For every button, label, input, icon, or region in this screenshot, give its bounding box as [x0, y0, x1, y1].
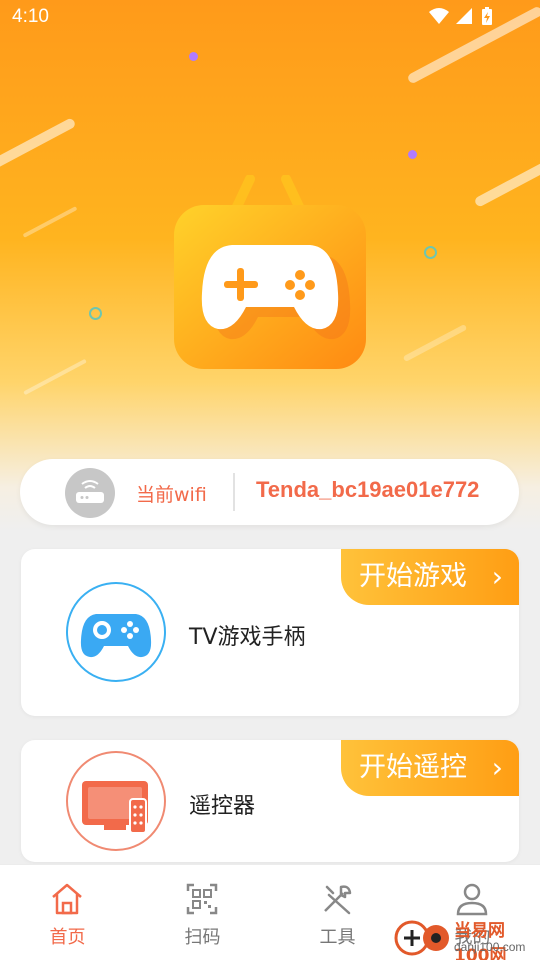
decor-streak	[22, 206, 78, 238]
start-remote-label: 开始遥控	[359, 752, 467, 783]
user-icon	[452, 881, 492, 917]
status-icons	[428, 6, 500, 32]
cell-signal-icon	[456, 8, 472, 24]
tab-tools[interactable]: 工具	[270, 865, 405, 960]
gamepad-icon	[66, 582, 166, 682]
card-remote-control[interactable]: 开始遥控 › 遥控器	[21, 740, 519, 862]
tab-label: 首页	[49, 927, 86, 948]
decor-ring	[424, 246, 437, 259]
wifi-status-card: 当前wifi Tenda_bc19ae01e772	[20, 459, 519, 525]
divider	[233, 473, 235, 511]
status-time: 4:10	[12, 6, 49, 27]
chevron-right-icon: ›	[491, 560, 503, 593]
status-bar: 4:10	[0, 0, 540, 36]
battery-icon	[482, 7, 492, 25]
watermark-url: danji100.com	[454, 940, 526, 954]
start-game-button[interactable]: 开始游戏 ›	[341, 549, 519, 605]
tools-icon	[317, 881, 357, 917]
wifi-signal-icon	[429, 8, 449, 24]
watermark-logo-icon	[394, 920, 449, 956]
start-game-label: 开始游戏	[359, 561, 467, 592]
tab-scan[interactable]: 扫码	[135, 865, 270, 960]
hero-banner: 4:10	[0, 0, 540, 530]
tab-label: 扫码	[184, 927, 221, 948]
app-logo-tv-gamepad-icon	[172, 174, 368, 371]
decor-ring	[89, 307, 102, 320]
decor-streak	[473, 152, 540, 208]
tab-label: 工具	[319, 927, 356, 948]
wifi-ssid: Tenda_bc19ae01e772	[256, 477, 480, 502]
watermark: 当易网100网 danji100.com	[392, 914, 540, 960]
decor-dot	[189, 52, 198, 61]
router-icon	[65, 468, 115, 518]
card-tv-gamepad[interactable]: 开始游戏 › TV游戏手柄	[21, 549, 519, 716]
decor-dot	[408, 150, 417, 159]
chevron-right-icon: ›	[491, 751, 503, 784]
card-title-gamepad: TV游戏手柄	[189, 625, 306, 650]
decor-streak	[23, 358, 87, 396]
home-icon	[47, 881, 87, 917]
qr-scan-icon	[182, 881, 222, 917]
tab-home[interactable]: 首页	[0, 865, 135, 960]
start-remote-button[interactable]: 开始遥控 ›	[341, 740, 519, 796]
decor-streak	[0, 117, 77, 173]
card-title-remote: 遥控器	[189, 794, 256, 819]
tv-remote-icon	[66, 751, 166, 851]
decor-streak	[402, 323, 468, 363]
wifi-label: 当前wifi	[136, 484, 207, 506]
